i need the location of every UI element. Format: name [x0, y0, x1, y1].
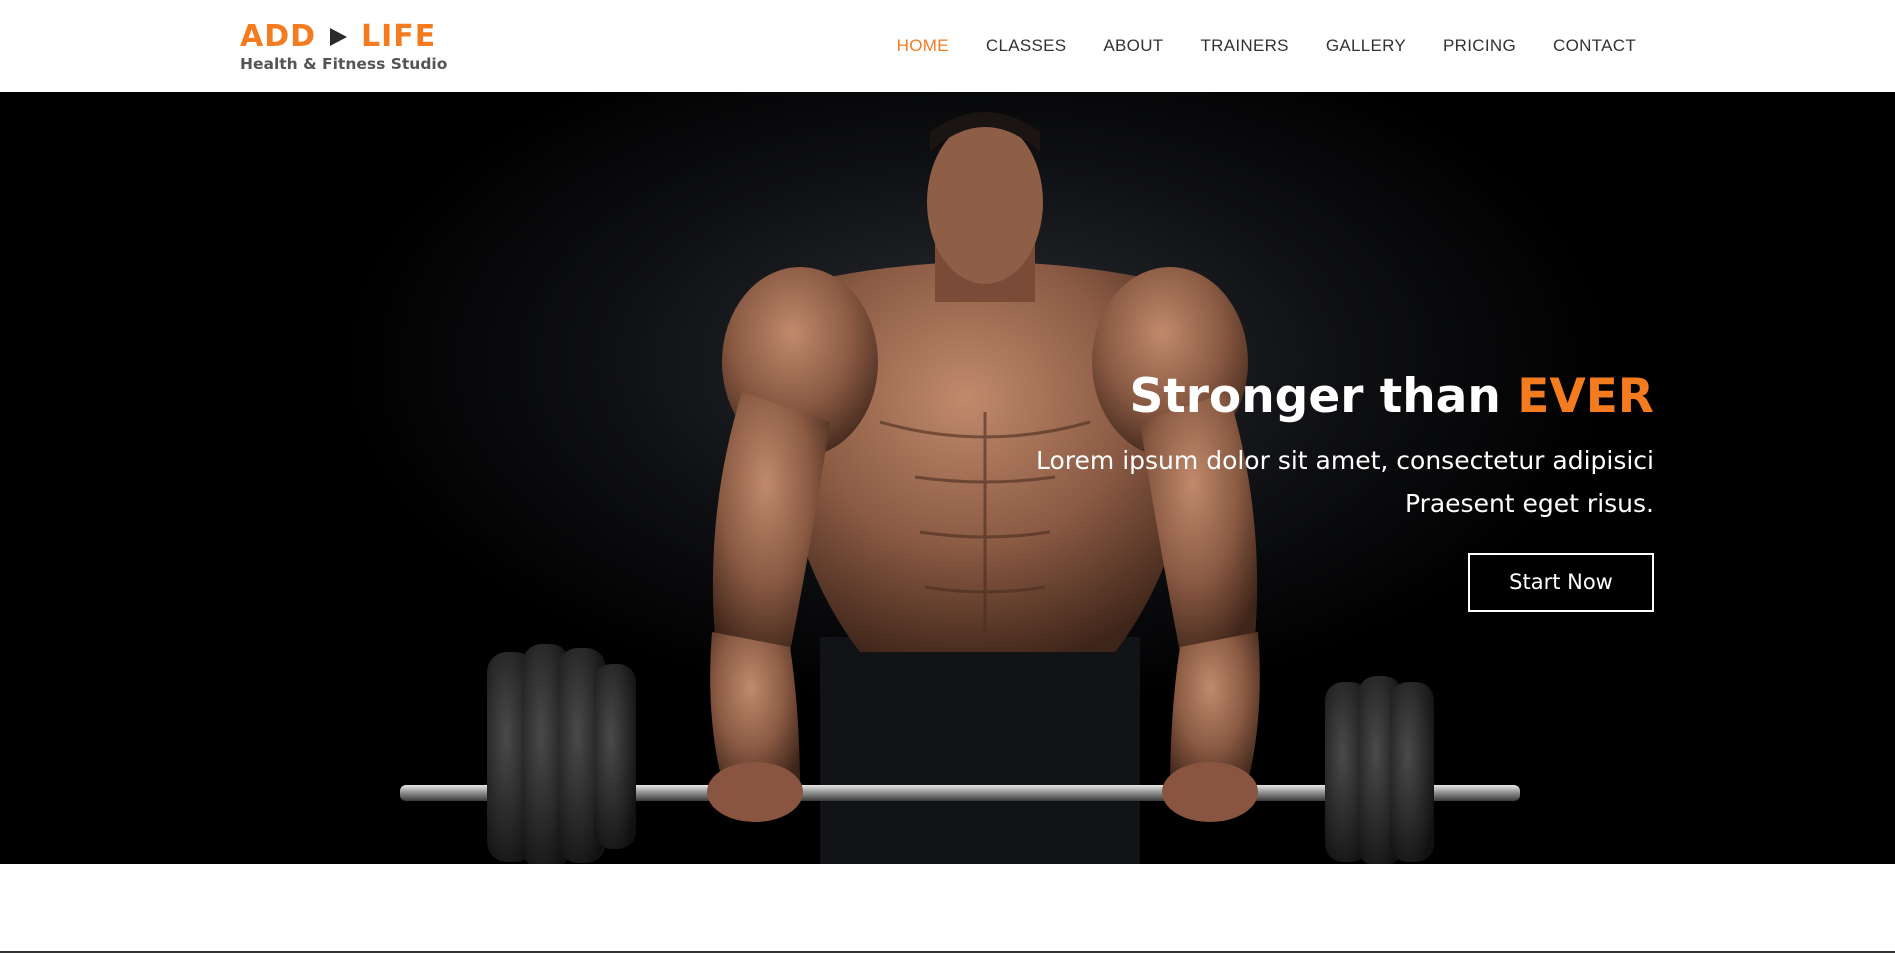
site-header: ADD LIFE Health & Fitness Studio HOME CL… — [0, 0, 1895, 92]
brand-logo[interactable]: ADD LIFE Health & Fitness Studio — [240, 18, 448, 76]
logo-text-add: ADD — [240, 18, 317, 54]
start-now-button[interactable]: Start Now — [1468, 553, 1654, 612]
hero-content: Stronger than EVER Lorem ipsum dolor sit… — [994, 367, 1654, 612]
nav-item-about[interactable]: ABOUT — [1103, 36, 1163, 56]
nav-item-home[interactable]: HOME — [897, 36, 949, 56]
nav-item-pricing[interactable]: PRICING — [1443, 36, 1516, 56]
logo-tagline: Health & Fitness Studio — [240, 55, 448, 73]
hero-description: Lorem ipsum dolor sit amet, consectetur … — [1036, 446, 1654, 518]
logo-wordmark: ADD LIFE — [240, 18, 440, 54]
hero-title: Stronger than EVER — [994, 367, 1654, 427]
nav-item-classes[interactable]: CLASSES — [986, 36, 1067, 56]
hero-banner: Stronger than EVER Lorem ipsum dolor sit… — [0, 92, 1895, 864]
main-nav: HOME CLASSES ABOUT TRAINERS GALLERY PRIC… — [897, 0, 1636, 92]
nav-item-trainers[interactable]: TRAINERS — [1200, 36, 1288, 56]
play-arrow-icon — [330, 28, 348, 46]
hero-title-accent: EVER — [1517, 369, 1654, 424]
logo-text-life: LIFE — [361, 18, 437, 54]
nav-item-contact[interactable]: CONTACT — [1553, 36, 1636, 56]
hero-title-main: Stronger than — [1129, 369, 1518, 424]
nav-item-gallery[interactable]: GALLERY — [1326, 36, 1406, 56]
